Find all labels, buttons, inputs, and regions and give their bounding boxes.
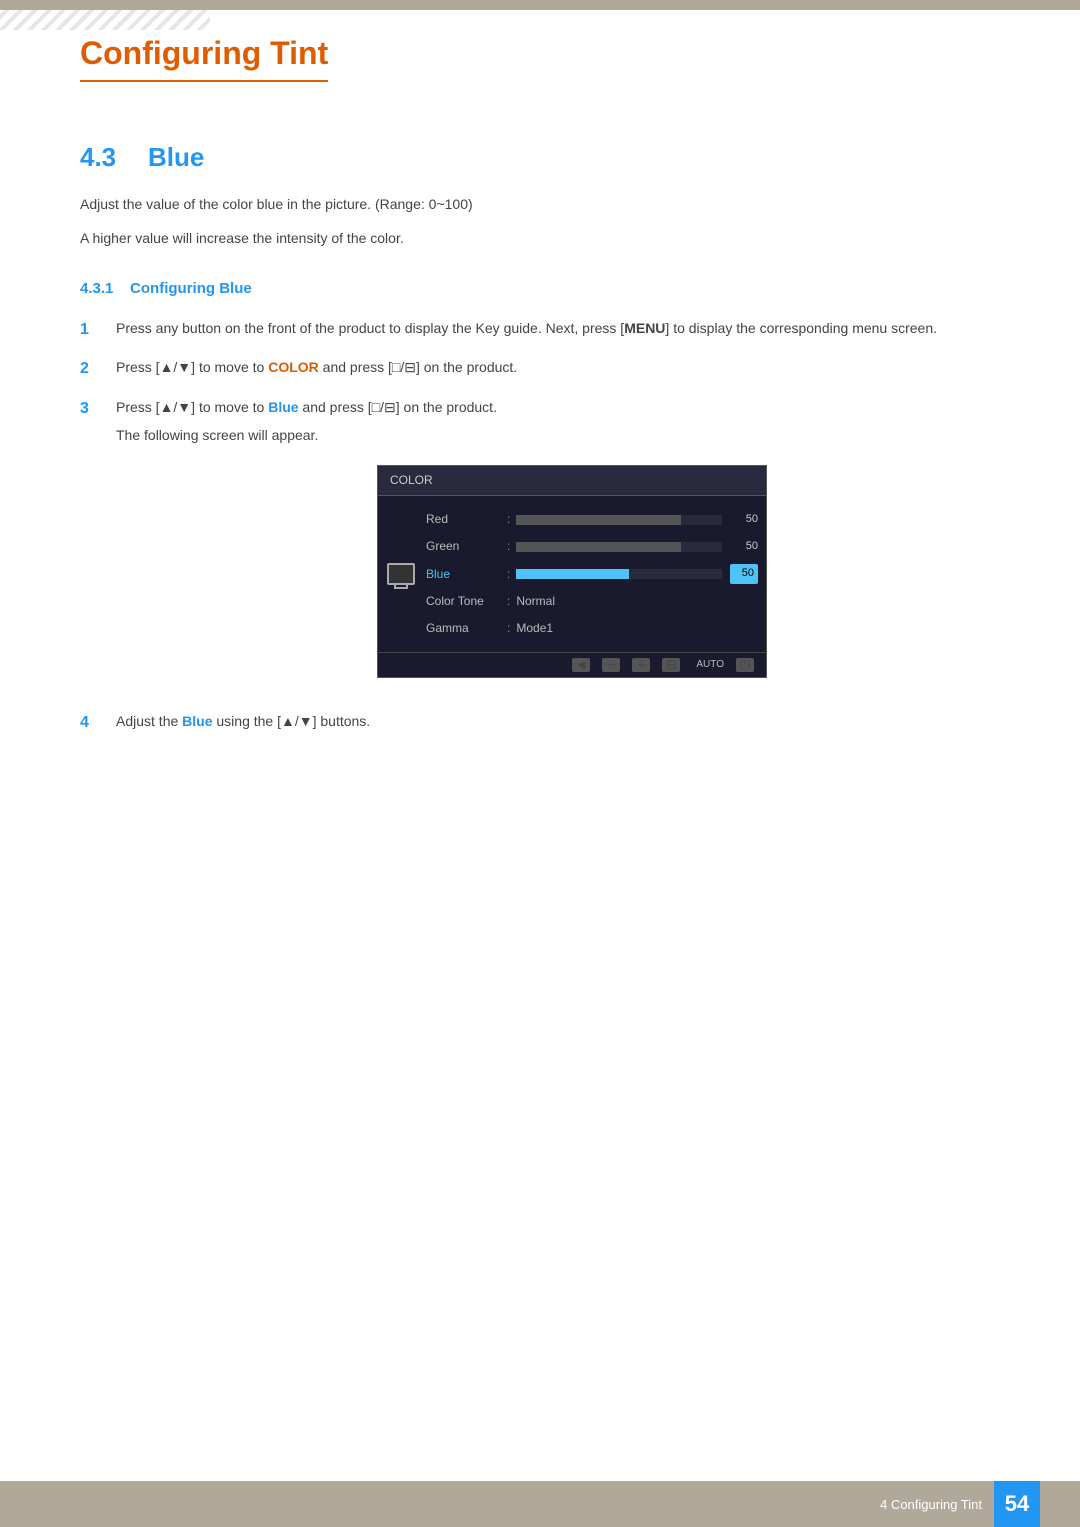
screen-footer: ◄ − + ⊟ AUTO ⏻ — [378, 652, 766, 677]
footer-btn-enter: ⊟ — [662, 658, 680, 672]
step-4-content: Adjust the Blue using the [▲/▼] buttons. — [116, 710, 1000, 732]
color-highlight: COLOR — [268, 359, 319, 375]
menu-item-green: Green : 50 — [426, 533, 758, 560]
menu-item-red-val: 50 — [730, 511, 758, 529]
description-2: A higher value will increase the intensi… — [80, 227, 1000, 249]
step-3-content: Press [▲/▼] to move to Blue and press [□… — [116, 396, 1000, 696]
menu-item-green-bar — [516, 542, 722, 552]
menu-item-blue-fill — [516, 569, 629, 579]
blue-highlight-step3: Blue — [268, 399, 298, 415]
blue-highlight-step4: Blue — [182, 713, 212, 729]
step-3: 3 Press [▲/▼] to move to Blue and press … — [80, 396, 1000, 696]
step-3-number: 3 — [80, 396, 108, 422]
step-4-number: 4 — [80, 710, 108, 736]
menu-item-blue-bar — [516, 569, 722, 579]
screen-mockup-container: COLOR Red : — [144, 465, 1000, 679]
screen-body: Red : 50 Green : — [378, 496, 766, 652]
footer-btn-left: ◄ — [572, 658, 590, 672]
step-2-content: Press [▲/▼] to move to COLOR and press [… — [116, 356, 1000, 378]
menu-item-blue-val: 50 — [730, 564, 758, 584]
menu-item-green-label: Green — [426, 537, 501, 556]
menu-item-gamma: Gamma : Mode1 — [426, 615, 758, 642]
footer-btn-plus: + — [632, 658, 650, 672]
top-bar — [0, 0, 1080, 10]
footer-btn-power: ⏻ — [736, 658, 754, 672]
step-2-number: 2 — [80, 356, 108, 382]
subsection-heading: 4.3.1 Configuring Blue — [80, 280, 1000, 297]
page-number: 54 — [994, 1481, 1040, 1527]
footer-auto-label: AUTO — [696, 657, 724, 673]
page-footer: 4 Configuring Tint 54 — [0, 1481, 1080, 1527]
menu-item-blue-label: Blue — [426, 565, 501, 584]
page-title: Configuring Tint — [80, 35, 328, 82]
screen-mockup: COLOR Red : — [377, 465, 767, 679]
step-1-content: Press any button on the front of the pro… — [116, 317, 1000, 339]
menu-item-colortone: Color Tone : Normal — [426, 588, 758, 615]
menu-item-red-label: Red — [426, 510, 501, 529]
section-heading: 4.3 Blue — [80, 142, 1000, 173]
menu-item-green-val: 50 — [730, 538, 758, 556]
monitor-icon-container — [378, 506, 418, 642]
step-1: 1 Press any button on the front of the p… — [80, 317, 1000, 343]
description-1: Adjust the value of the color blue in th… — [80, 193, 1000, 215]
step-4: 4 Adjust the Blue using the [▲/▼] button… — [80, 710, 1000, 736]
section-number: 4.3 — [80, 142, 130, 173]
monitor-icon — [387, 563, 415, 585]
footer-btn-minus: − — [602, 658, 620, 672]
step-1-number: 1 — [80, 317, 108, 343]
step-2: 2 Press [▲/▼] to move to COLOR and press… — [80, 356, 1000, 382]
subsection-title: Configuring Blue — [130, 280, 252, 297]
menu-item-blue: Blue : 50 — [426, 560, 758, 588]
menu-item-gamma-label: Gamma — [426, 619, 501, 638]
menu-item-gamma-val: Mode1 — [516, 619, 553, 638]
step-3-sub-note: The following screen will appear. — [116, 424, 1000, 446]
footer-text: 4 Configuring Tint — [880, 1497, 982, 1512]
screen-menu: Red : 50 Green : — [418, 506, 766, 642]
menu-item-red-bar — [516, 515, 722, 525]
menu-item-red-fill — [516, 515, 681, 525]
menu-item-green-fill — [516, 542, 681, 552]
menu-item-red: Red : 50 — [426, 506, 758, 533]
steps-list: 1 Press any button on the front of the p… — [80, 317, 1000, 736]
screen-header: COLOR — [378, 466, 766, 496]
menu-item-colortone-label: Color Tone — [426, 592, 501, 611]
menu-item-colortone-val: Normal — [516, 592, 555, 611]
section-title: Blue — [148, 142, 204, 173]
menu-key: MENU — [624, 320, 665, 336]
subsection-number: 4.3.1 — [80, 280, 113, 297]
